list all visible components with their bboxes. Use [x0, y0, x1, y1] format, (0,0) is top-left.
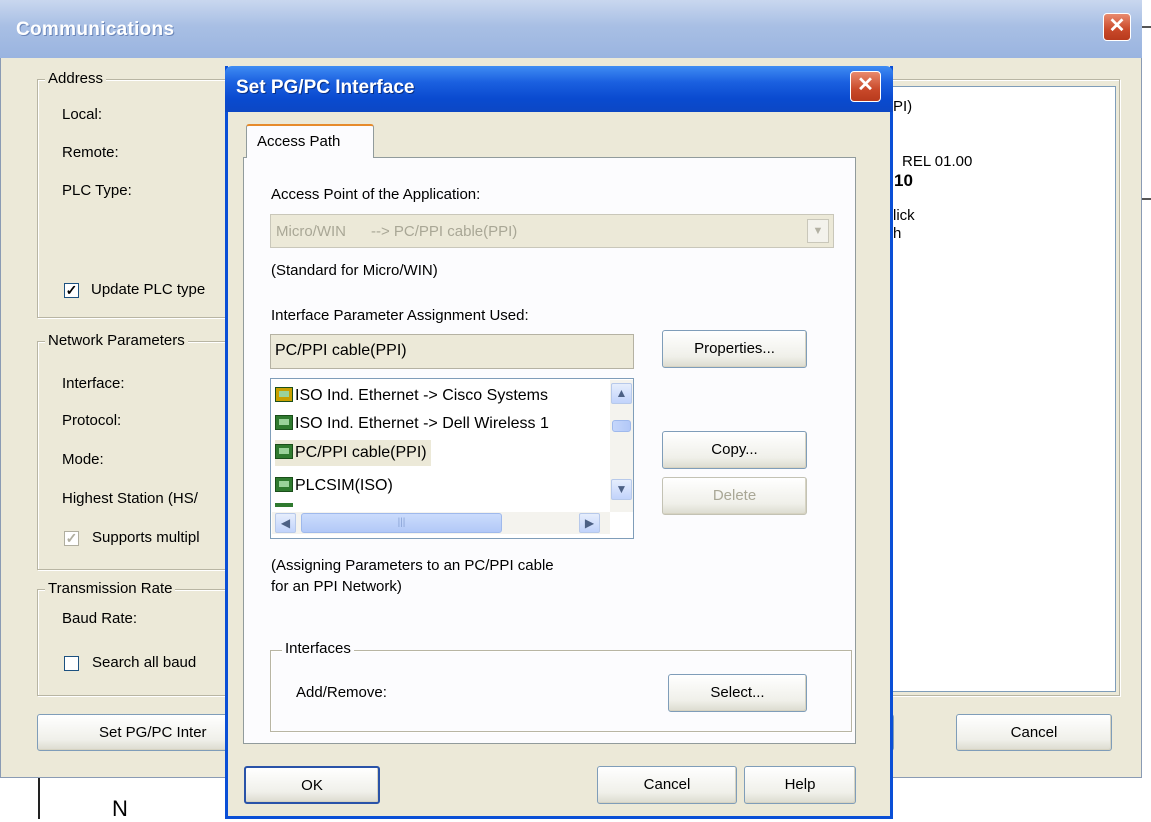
device-text-3: 10: [894, 171, 913, 190]
baud-rate-label: Baud Rate:: [62, 610, 138, 627]
transmission-rate-title: Transmission Rate: [45, 580, 176, 597]
help-button[interactable]: Help: [744, 766, 856, 804]
device-text-2: REL 01.00: [902, 153, 973, 170]
device-text-5: h: [893, 225, 902, 242]
supports-multiple-checkbox[interactable]: ✓: [64, 531, 79, 546]
interface-param-label: Interface Parameter Assignment Used:: [271, 307, 529, 324]
communications-cancel-button[interactable]: Cancel: [956, 714, 1112, 751]
search-all-baud-label: Search all baud: [92, 654, 197, 671]
list-item-selected[interactable]: PC/PPI cable(PPI): [275, 440, 431, 466]
network-warning-icon: [275, 387, 293, 402]
protocol-label: Protocol:: [62, 412, 122, 429]
search-all-baud-checkbox[interactable]: [64, 656, 79, 671]
supports-multiple-label: Supports multipl: [92, 529, 200, 546]
plc-type-label: PLC Type:: [62, 182, 132, 199]
local-label: Local:: [62, 106, 103, 123]
window-edge-line: [1142, 198, 1151, 200]
scroll-left-icon[interactable]: ◀: [275, 513, 296, 533]
transmission-rate-group: [37, 589, 237, 696]
delete-button[interactable]: Delete: [662, 477, 807, 515]
device-text-4: lick: [893, 207, 915, 224]
standard-text: (Standard for Micro/WIN): [271, 262, 438, 279]
close-icon: ✕: [1108, 15, 1126, 37]
ok-button[interactable]: OK: [244, 766, 380, 804]
list-item-partial: [275, 503, 293, 507]
close-icon: ✕: [857, 74, 874, 96]
scroll-right-icon[interactable]: ▶: [579, 513, 600, 533]
scroll-up-icon[interactable]: ▲: [611, 383, 632, 404]
network-parameters-title: Network Parameters: [45, 332, 188, 349]
update-plc-type-label: Update PLC type: [91, 281, 206, 298]
set-pgpc-interface-button[interactable]: Set PG/PC Inter: [37, 714, 233, 751]
horizontal-scroll-thumb[interactable]: |||: [301, 513, 502, 533]
list-item[interactable]: ISO Ind. Ethernet -> Cisco Systems: [275, 383, 548, 409]
interfaces-group-title: Interfaces: [282, 640, 354, 657]
copy-button[interactable]: Copy...: [662, 431, 807, 469]
mode-label: Mode:: [62, 451, 104, 468]
network-adapter-icon: [275, 477, 293, 492]
access-point-label: Access Point of the Application:: [271, 186, 481, 203]
update-plc-type-checkbox[interactable]: ✓: [64, 283, 79, 298]
vertical-scroll-thumb[interactable]: [612, 420, 631, 432]
communications-title: Communications: [16, 19, 175, 40]
address-group-title: Address: [45, 70, 107, 87]
interface-param-value: PC/PPI cable(PPI): [275, 342, 407, 359]
access-point-value: Micro/WIN --> PC/PPI cable(PPI): [276, 223, 518, 240]
interface-list[interactable]: ISO Ind. Ethernet -> Cisco Systems ISO I…: [270, 378, 634, 539]
network-adapter-icon: [275, 415, 293, 430]
interface-label: Interface:: [62, 375, 125, 392]
remote-label: Remote:: [62, 144, 119, 161]
tab-access-path-label: Access Path: [257, 133, 341, 150]
communications-close-button[interactable]: ✕: [1103, 13, 1131, 41]
add-remove-label: Add/Remove:: [296, 684, 387, 701]
network-adapter-icon: [275, 444, 293, 459]
highest-station-label: Highest Station (HS/: [62, 490, 198, 507]
device-list[interactable]: [892, 86, 1116, 692]
set-pgpc-title: Set PG/PC Interface: [236, 77, 415, 98]
chevron-down-icon: ▼: [807, 219, 829, 243]
list-item[interactable]: ISO Ind. Ethernet -> Dell Wireless 1: [275, 411, 549, 437]
dialog-cancel-button[interactable]: Cancel: [597, 766, 737, 804]
description-line-1: (Assigning Parameters to an PC/PPI cable: [271, 557, 554, 574]
window-edge-line: [1142, 26, 1151, 28]
device-text-1: PI): [893, 98, 913, 115]
description-line-2: for an PPI Network): [271, 578, 402, 595]
list-item[interactable]: PLCSIM(ISO): [275, 473, 393, 499]
set-pgpc-close-button[interactable]: ✕: [850, 71, 881, 102]
select-button[interactable]: Select...: [668, 674, 807, 712]
properties-button[interactable]: Properties...: [662, 330, 807, 368]
scroll-down-icon[interactable]: ▼: [611, 479, 632, 500]
background-text: N: [112, 796, 128, 821]
background-line: [38, 778, 40, 819]
